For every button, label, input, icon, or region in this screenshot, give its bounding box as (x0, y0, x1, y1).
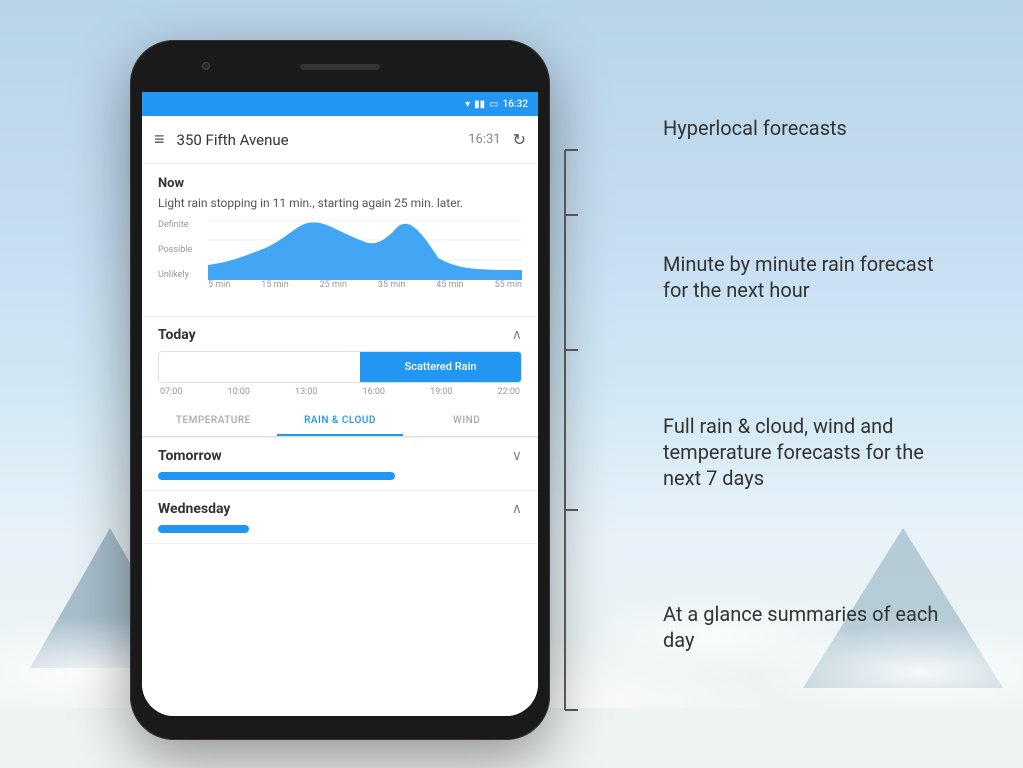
timeline-hours: 07:00 10:00 13:00 16:00 19:00 22:00 (158, 387, 522, 397)
chart-x-35: 35 min (378, 280, 405, 300)
wednesday-bar (158, 525, 249, 533)
feature-hyperlocal-text: Hyperlocal forecasts (663, 115, 847, 141)
wednesday-section: Wednesday ∧ (142, 491, 538, 544)
wednesday-title: Wednesday (158, 501, 230, 517)
feature-glance-text: At a glance summaries of each day (663, 601, 963, 653)
now-section: Now Light rain stopping in 11 min., star… (142, 164, 538, 317)
timeline-bar: Scattered Rain (158, 351, 522, 383)
tomorrow-title: Tomorrow (158, 448, 222, 464)
chart-x-labels: 5 min 15 min 25 min 35 min 45 min 55 min (208, 280, 522, 300)
wifi-icon: ▾ (465, 99, 470, 110)
tomorrow-bar (158, 472, 395, 480)
hour-16: 16:00 (363, 387, 385, 397)
feature-minute: Minute by minute rain forecast for the n… (663, 251, 963, 303)
tab-wind[interactable]: WIND (403, 405, 530, 436)
chart-x-55: 55 min (495, 280, 522, 300)
wednesday-bar-container (142, 525, 538, 543)
phone-screen: ≡ 350 Fifth Avenue 16:31 ↻ Now Light rai… (142, 116, 538, 716)
chart-area (208, 220, 522, 280)
scroll-content[interactable]: Now Light rain stopping in 11 min., star… (142, 164, 538, 716)
hour-07: 07:00 (160, 387, 182, 397)
phone-outer: ▾ ▮▮ ▭ 16:32 ≡ 350 Fifth Avenue 16:31 ↻ … (130, 40, 550, 740)
feature-minute-text: Minute by minute rain forecast for the n… (663, 251, 963, 303)
status-time: 16:32 (503, 99, 528, 110)
refresh-button[interactable]: ↻ (513, 130, 526, 149)
today-section: Today ∧ Scattered Rain 07:00 10:00 (142, 317, 538, 438)
speaker-grille (300, 64, 380, 70)
chart-y-unlikely: Unlikely (158, 270, 208, 280)
battery-icon: ▭ (489, 99, 498, 110)
tomorrow-header[interactable]: Tomorrow ∨ (142, 438, 538, 472)
now-description: Light rain stopping in 11 min., starting… (158, 195, 522, 212)
today-chevron[interactable]: ∧ (512, 327, 522, 343)
app-title: 350 Fifth Avenue (177, 131, 457, 149)
front-camera (202, 62, 210, 70)
chart-x-25: 25 min (320, 280, 347, 300)
tab-rain-cloud[interactable]: RAIN & CLOUD (277, 405, 404, 436)
timeline-container: Scattered Rain 07:00 10:00 13:00 16:00 1… (142, 351, 538, 405)
tomorrow-section: Tomorrow ∨ (142, 438, 538, 491)
hour-19: 19:00 (430, 387, 452, 397)
tomorrow-bar-container (142, 472, 538, 490)
feature-hyperlocal: Hyperlocal forecasts (663, 115, 963, 141)
phone: ▾ ▮▮ ▭ 16:32 ≡ 350 Fifth Avenue 16:31 ↻ … (130, 40, 550, 740)
hour-13: 13:00 (295, 387, 317, 397)
wednesday-chevron[interactable]: ∧ (512, 501, 522, 517)
hour-22: 22:00 (498, 387, 520, 397)
hour-10: 10:00 (228, 387, 250, 397)
rain-label: Scattered Rain (405, 360, 477, 373)
feature-full-text: Full rain & cloud, wind and temperature … (663, 413, 963, 491)
rain-chart: Definite Possible Unlikely (158, 220, 522, 300)
tomorrow-chevron[interactable]: ∨ (512, 448, 522, 464)
status-bar: ▾ ▮▮ ▭ 16:32 (142, 92, 538, 116)
status-icons: ▾ ▮▮ ▭ 16:32 (465, 99, 528, 110)
timeline-rain: Scattered Rain (360, 352, 521, 382)
chart-y-possible: Possible (158, 245, 208, 255)
today-title: Today (158, 327, 196, 343)
bracket-svg (550, 140, 580, 720)
today-header[interactable]: Today ∧ (142, 317, 538, 351)
menu-button[interactable]: ≡ (154, 129, 165, 150)
chart-x-45: 45 min (436, 280, 463, 300)
feature-glance: At a glance summaries of each day (663, 601, 963, 653)
feature-full: Full rain & cloud, wind and temperature … (663, 413, 963, 491)
tab-temperature[interactable]: TEMPERATURE (150, 405, 277, 436)
chart-y-labels: Definite Possible Unlikely (158, 220, 208, 280)
signal-icon: ▮▮ (474, 99, 485, 110)
phone-top-bar (142, 52, 538, 92)
right-panel: Hyperlocal forecasts Minute by minute ra… (643, 0, 983, 768)
app-bar: ≡ 350 Fifth Avenue 16:31 ↻ (142, 116, 538, 164)
app-time: 16:31 (468, 132, 500, 147)
chart-x-15: 15 min (261, 280, 288, 300)
chart-y-definite: Definite (158, 220, 208, 230)
now-label: Now (158, 176, 522, 191)
chart-x-5: 5 min (208, 280, 230, 300)
tabs: TEMPERATURE RAIN & CLOUD WIND (142, 405, 538, 437)
wednesday-header[interactable]: Wednesday ∧ (142, 491, 538, 525)
timeline-empty (159, 352, 360, 382)
